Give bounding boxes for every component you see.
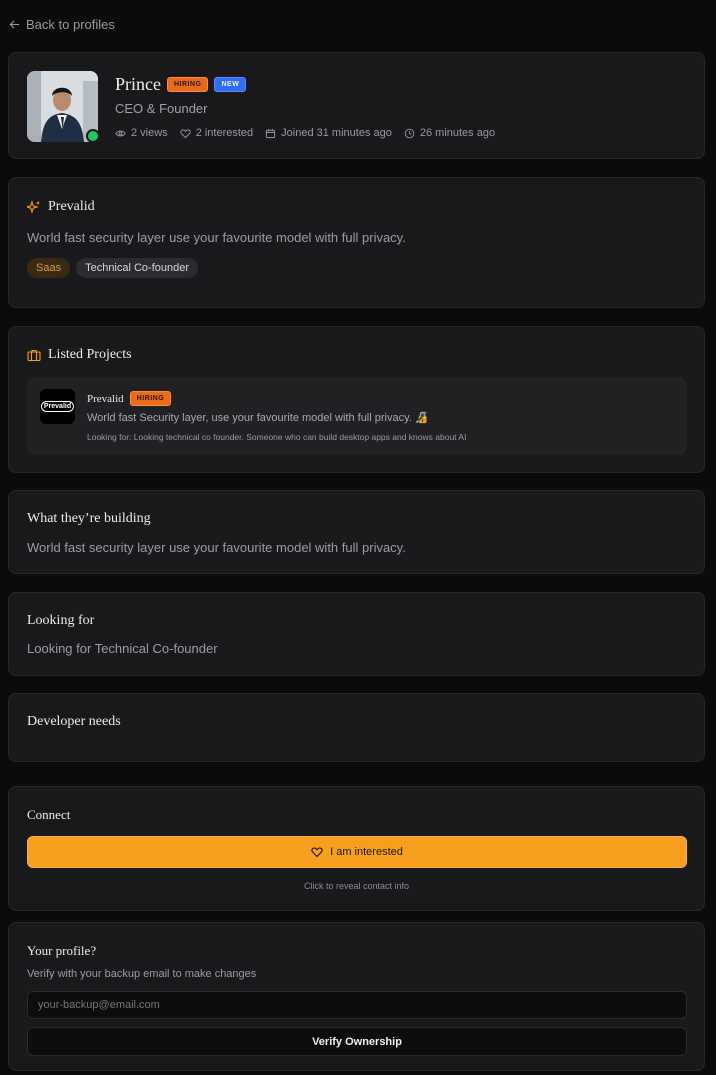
tag-chip: Saas: [27, 258, 71, 278]
developer-needs-card: Developer needs: [8, 693, 705, 762]
backup-email-input[interactable]: [27, 991, 687, 1019]
connect-title: Connect: [27, 807, 71, 822]
project-name-row: Prevalid HIRING: [87, 391, 172, 406]
profile-name-row: Prince HIRING NEW: [115, 74, 247, 95]
company-card: Prevalid World fast security layer use y…: [8, 177, 705, 308]
project-hiring-badge: HIRING: [129, 391, 172, 406]
company-tags: Saas Technical Co-founder: [27, 258, 199, 278]
ownership-subtitle: Verify with your backup email to make ch…: [27, 968, 257, 980]
looking-for-card: Looking for Looking for Technical Co-fou…: [8, 592, 705, 676]
building-title: What they’re building: [27, 511, 151, 526]
arrow-left-icon: [9, 20, 20, 29]
views-stat: 2 views: [115, 127, 168, 139]
back-to-profiles-link[interactable]: Back to profiles: [9, 17, 115, 32]
interested-button[interactable]: I am interested: [27, 836, 687, 868]
connect-card: Connect I am interested Click to reveal …: [8, 786, 705, 911]
developer-needs-heading: Developer needs: [27, 714, 121, 730]
calendar-icon: [266, 128, 276, 138]
project-description: World fast Security layer, use your favo…: [87, 412, 429, 424]
tag-chip: Technical Co-founder: [76, 258, 199, 278]
building-text: World fast security layer use your favou…: [27, 540, 406, 555]
profile-name: Prince: [115, 74, 161, 94]
looking-for-heading: Looking for: [27, 613, 94, 629]
building-heading: What they’re building: [27, 511, 151, 527]
profile-role: CEO & Founder: [115, 101, 208, 116]
interested-button-label: I am interested: [330, 846, 403, 858]
listed-projects-card: Listed Projects Prevalid Prevalid HIRING…: [8, 326, 705, 473]
looking-for-text: Looking for Technical Co-founder: [27, 641, 218, 656]
company-heading: Prevalid: [27, 199, 95, 215]
verify-ownership-button[interactable]: Verify Ownership: [27, 1027, 687, 1056]
heart-icon: [180, 128, 191, 138]
interested-stat: 2 interested: [180, 127, 253, 139]
new-badge: NEW: [214, 77, 247, 92]
joined-time: Joined 31 minutes ago: [281, 127, 392, 139]
listed-projects-heading: Listed Projects: [27, 347, 132, 363]
views-count: 2 views: [131, 127, 168, 139]
looking-for-title: Looking for: [27, 613, 95, 628]
clock-icon: [404, 128, 415, 138]
briefcase-icon: [27, 349, 41, 362]
back-label: Back to profiles: [26, 17, 115, 32]
sparkles-icon: [27, 200, 40, 214]
eye-icon: [115, 130, 126, 136]
heart-icon: [311, 847, 323, 858]
contact-hint: Click to reveal contact info: [303, 881, 410, 891]
profile-stats: 2 views 2 interested Joined 31 minutes a…: [115, 127, 495, 139]
ownership-title: Your profile?: [27, 943, 97, 958]
project-logo-text: Prevalid: [40, 401, 75, 412]
updated-stat: 26 minutes ago: [404, 127, 495, 139]
project-logo: Prevalid: [40, 389, 75, 424]
company-name: Prevalid: [48, 199, 95, 214]
interested-count: 2 interested: [195, 127, 254, 139]
ownership-card: Your profile? Verify with your backup em…: [8, 922, 705, 1071]
developer-needs-title: Developer needs: [27, 714, 121, 729]
project-name: Prevalid: [87, 392, 124, 405]
connect-heading: Connect: [27, 807, 70, 823]
joined-stat: Joined 31 minutes ago: [265, 127, 392, 139]
project-looking-for: Looking for: Looking technical co founde…: [87, 432, 467, 442]
profile-header-card: Prince HIRING NEW CEO & Founder 2 views …: [8, 52, 705, 159]
listed-projects-title: Listed Projects: [48, 347, 132, 362]
company-description: World fast security layer use your favou…: [27, 230, 406, 245]
project-item[interactable]: Prevalid Prevalid HIRING World fast Secu…: [27, 377, 687, 455]
online-status-dot: [86, 129, 100, 143]
ownership-heading: Your profile?: [27, 943, 96, 959]
updated-time: 26 minutes ago: [419, 127, 496, 139]
building-card: What they’re building World fast securit…: [8, 490, 705, 574]
hiring-badge: HIRING: [166, 77, 209, 92]
